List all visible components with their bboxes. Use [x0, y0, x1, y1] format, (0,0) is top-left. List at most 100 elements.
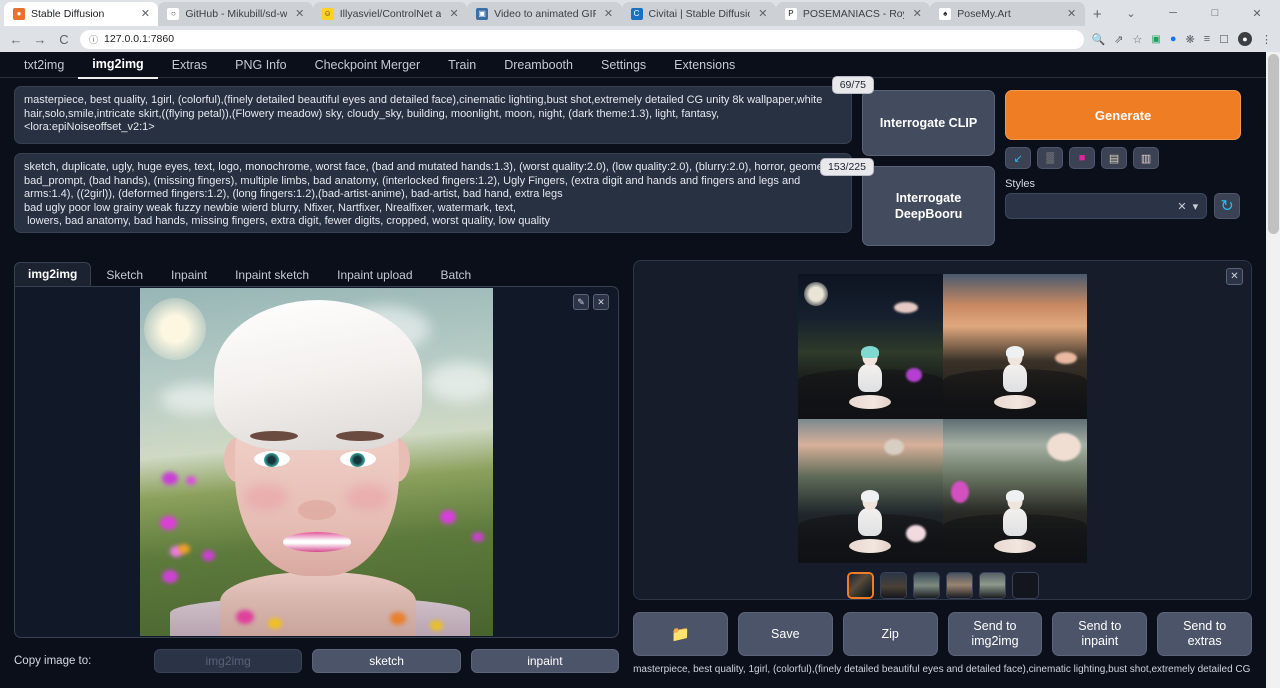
- close-icon[interactable]: ✕: [1065, 7, 1079, 21]
- side-panel-icon[interactable]: ☐: [1219, 33, 1229, 46]
- browser-tab-title: Civitai | Stable Diffusion models: [649, 8, 750, 20]
- source-image-box[interactable]: ✎ ✕: [14, 286, 619, 638]
- save-button[interactable]: Save: [738, 612, 833, 656]
- close-window-icon[interactable]: ✕: [1236, 7, 1278, 20]
- grid-cell: [943, 274, 1088, 419]
- tab-settings[interactable]: Settings: [587, 52, 660, 78]
- subtab-batch[interactable]: Batch: [428, 264, 485, 286]
- edit-image-icon[interactable]: ✎: [573, 294, 589, 310]
- portrait-flower: [440, 510, 456, 524]
- browser-tab[interactable]: C Civitai | Stable Diffusion models ✕: [622, 2, 776, 26]
- avatar[interactable]: ●: [1238, 32, 1252, 46]
- close-icon[interactable]: ✕: [756, 7, 770, 21]
- copy-to-inpaint-button[interactable]: inpaint: [471, 649, 619, 673]
- tab-extensions[interactable]: Extensions: [660, 52, 749, 78]
- thumbnail-1[interactable]: [880, 572, 907, 599]
- generated-image-grid[interactable]: [798, 274, 1087, 563]
- send-to-img2img-button[interactable]: Send to img2img: [948, 612, 1043, 656]
- interrogate-clip-button[interactable]: Interrogate CLIP: [862, 90, 995, 156]
- interrogate-deepbooru-button[interactable]: Interrogate DeepBooru: [862, 166, 995, 246]
- styles-select[interactable]: ✕ ▾: [1005, 193, 1207, 219]
- tab-checkpoint-merger[interactable]: Checkpoint Merger: [301, 52, 435, 78]
- subtab-inpaint-upload[interactable]: Inpaint upload: [324, 264, 425, 286]
- address-bar[interactable]: ⓘ 127.0.0.1:7860: [80, 30, 1084, 49]
- cell-petal: [1047, 433, 1081, 461]
- source-image: [140, 288, 493, 636]
- figure-body: [1003, 364, 1027, 392]
- share-icon[interactable]: ⇗: [1114, 33, 1123, 46]
- tab-train[interactable]: Train: [434, 52, 490, 78]
- browser-tab[interactable]: ○ GitHub - Mikubill/sd-webui-con ✕: [158, 2, 312, 26]
- close-icon[interactable]: ✕: [910, 7, 924, 21]
- tab-img2img[interactable]: img2img: [78, 52, 157, 79]
- save-style-icon[interactable]: ▥: [1133, 147, 1159, 169]
- portrait-neck: [220, 572, 416, 636]
- zip-button[interactable]: Zip: [843, 612, 938, 656]
- subtab-inpaint-sketch[interactable]: Inpaint sketch: [222, 264, 322, 286]
- thumbnail-grid[interactable]: [847, 572, 874, 599]
- send-to-extras-button[interactable]: Send to extras: [1157, 612, 1252, 656]
- copy-to-img2img-button[interactable]: img2img: [154, 649, 302, 673]
- thumbnail-image: [914, 573, 939, 598]
- back-icon[interactable]: ←: [8, 32, 24, 47]
- puzzle-extension-icon[interactable]: ❋: [1185, 33, 1194, 46]
- copy-to-sketch-button[interactable]: sketch: [312, 649, 460, 673]
- close-icon[interactable]: ✕: [293, 7, 307, 21]
- close-icon[interactable]: ✕: [1226, 268, 1243, 285]
- send-to-inpaint-button[interactable]: Send to inpaint: [1052, 612, 1147, 656]
- close-icon[interactable]: ✕: [602, 7, 616, 21]
- thumbnail-4[interactable]: [979, 572, 1006, 599]
- main-tabs: txt2img img2img Extras PNG Info Checkpoi…: [0, 52, 1266, 78]
- img2img-panel: img2img Sketch Inpaint Inpaint sketch In…: [14, 260, 619, 674]
- tab-dreambooth[interactable]: Dreambooth: [490, 52, 587, 78]
- prompt-input[interactable]: masterpiece, best quality, 1girl, (color…: [14, 86, 852, 144]
- open-folder-button[interactable]: 📁: [633, 612, 728, 656]
- subtab-sketch[interactable]: Sketch: [93, 264, 156, 286]
- forward-icon[interactable]: →: [32, 32, 48, 47]
- maximize-icon[interactable]: □: [1194, 7, 1236, 19]
- thumbnail-strip: [644, 572, 1241, 599]
- tab-txt2img[interactable]: txt2img: [16, 52, 78, 78]
- cell-petal: [906, 368, 922, 382]
- paste-arrow-glyph: ↙: [1013, 152, 1022, 165]
- clear-prompt-icon[interactable]: ▒: [1037, 147, 1063, 169]
- new-tab-button[interactable]: +: [1085, 2, 1110, 26]
- refresh-styles-icon[interactable]: ↻: [1214, 193, 1240, 219]
- browser-menu-icon[interactable]: ⋮: [1261, 33, 1272, 46]
- body-row: img2img Sketch Inpaint Inpaint sketch In…: [0, 246, 1266, 674]
- clear-icon[interactable]: ✕: [1177, 200, 1186, 213]
- tab-extras[interactable]: Extras: [158, 52, 221, 78]
- extension-n-icon[interactable]: ▣: [1151, 34, 1160, 45]
- browser-tab[interactable]: ♠ PoseMy.Art ✕: [930, 2, 1084, 26]
- search-icon[interactable]: 🔍: [1092, 33, 1106, 46]
- thumbnail-5[interactable]: [1012, 572, 1039, 599]
- browser-tab[interactable]: ● Stable Diffusion ✕: [4, 2, 158, 26]
- browser-tab[interactable]: ▣ Video to animated GIF converter ✕: [467, 2, 621, 26]
- close-icon[interactable]: ✕: [138, 7, 152, 21]
- extra-networks-icon[interactable]: ■: [1069, 147, 1095, 169]
- negative-prompt-input[interactable]: sketch, duplicate, ugly, huge eyes, text…: [14, 153, 852, 233]
- thumbnail-2[interactable]: [913, 572, 940, 599]
- subtab-img2img[interactable]: img2img: [14, 262, 91, 286]
- browser-tab[interactable]: P POSEMANIACS - Royalty free 3 ✕: [776, 2, 930, 26]
- reading-list-icon[interactable]: ≡: [1204, 33, 1210, 45]
- minimize-icon[interactable]: ─: [1152, 7, 1194, 19]
- minimize-all-icon[interactable]: ⌄: [1110, 7, 1152, 20]
- thumbnail-3[interactable]: [946, 572, 973, 599]
- paste-arrow-icon[interactable]: ↙: [1005, 147, 1031, 169]
- close-icon[interactable]: ✕: [447, 7, 461, 21]
- page-scrollbar[interactable]: [1266, 52, 1280, 688]
- remove-image-icon[interactable]: ✕: [593, 294, 609, 310]
- bookmark-star-icon[interactable]: ☆: [1133, 33, 1143, 46]
- circle-blue-icon[interactable]: ●: [1170, 33, 1177, 45]
- chevron-down-icon[interactable]: ▾: [1193, 200, 1199, 213]
- reload-icon[interactable]: C: [56, 32, 72, 47]
- subtab-inpaint[interactable]: Inpaint: [158, 264, 220, 286]
- generate-button[interactable]: Generate: [1005, 90, 1241, 140]
- scrollbar-thumb[interactable]: [1268, 54, 1279, 234]
- browser-tab[interactable]: ☺ Illyasviel/ControlNet at main ✕: [313, 2, 467, 26]
- apply-style-icon[interactable]: ▤: [1101, 147, 1127, 169]
- tab-png-info[interactable]: PNG Info: [221, 52, 300, 78]
- webui-content: txt2img img2img Extras PNG Info Checkpoi…: [0, 52, 1266, 688]
- results-panel: ✕: [633, 260, 1252, 674]
